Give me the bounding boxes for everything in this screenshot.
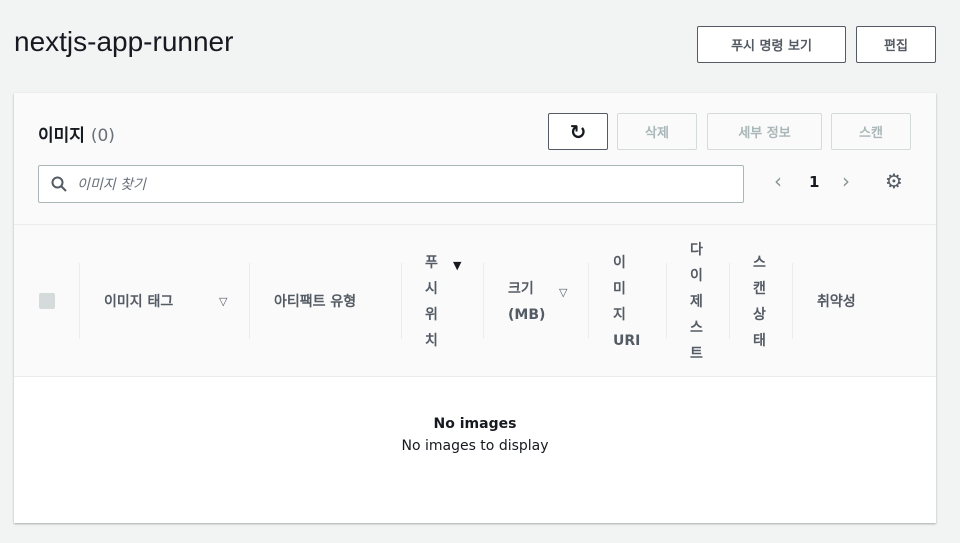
column-label: 아티팩트 유형 xyxy=(274,293,357,310)
column-digest: 다 이 제 스 트 xyxy=(666,225,729,378)
view-push-commands-button[interactable]: 푸시 명령 보기 xyxy=(697,26,846,63)
column-label: 크기 (MB) xyxy=(508,280,546,323)
edit-button[interactable]: 편집 xyxy=(856,26,936,63)
column-scan-status: 스 캔 상 태 xyxy=(729,225,792,378)
search-icon xyxy=(51,176,67,192)
images-panel: 이미지 (0) ↻ 삭제 세부 정보 스캔 이미지 찾기 ‹ 1 › ⚙ 이미지… xyxy=(14,93,936,523)
column-label: 이 미 지 URI xyxy=(613,254,641,349)
column-label: 취약성 xyxy=(817,293,856,310)
sort-icon: ▽ xyxy=(559,286,568,299)
panel-heading: 이미지 (0) xyxy=(38,121,115,146)
next-page-icon[interactable]: › xyxy=(842,169,850,193)
column-label: 다 이 제 스 트 xyxy=(690,241,703,362)
details-button[interactable]: 세부 정보 xyxy=(707,113,822,150)
page-number[interactable]: 1 xyxy=(809,173,819,191)
refresh-icon: ↻ xyxy=(569,119,587,144)
column-vulnerabilities: 취약성 xyxy=(792,225,936,378)
column-size[interactable]: 크기 (MB) ▽ xyxy=(483,225,588,378)
image-count: (0) xyxy=(90,126,115,146)
scan-button[interactable]: 스캔 xyxy=(831,113,911,150)
heading-text: 이미지 xyxy=(38,126,85,146)
column-image-tag[interactable]: 이미지 태그 ▽ xyxy=(79,225,249,378)
empty-state: No images No images to display xyxy=(14,377,936,523)
column-label: 스 캔 상 태 xyxy=(753,254,766,349)
column-label: 이미지 태그 xyxy=(104,293,174,310)
empty-title: No images xyxy=(433,416,517,432)
sort-desc-icon: ▼ xyxy=(453,259,462,272)
settings-gear-icon[interactable]: ⚙ xyxy=(885,169,903,193)
page-title: nextjs-app-runner xyxy=(14,26,234,57)
prev-page-icon[interactable]: ‹ xyxy=(774,169,782,193)
select-all-checkbox[interactable] xyxy=(39,293,55,309)
delete-button[interactable]: 삭제 xyxy=(617,113,697,150)
column-image-uri: 이 미 지 URI xyxy=(588,225,666,378)
search-placeholder: 이미지 찾기 xyxy=(77,177,146,193)
empty-text: No images to display xyxy=(401,438,549,454)
search-input[interactable]: 이미지 찾기 xyxy=(38,165,744,203)
refresh-button[interactable]: ↻ xyxy=(548,113,608,150)
sort-icon: ▽ xyxy=(219,294,228,308)
table-header: 이미지 태그 ▽ 아티팩트 유형 푸 시 위 치 ▼ 크기 (MB) ▽ 이 미 지 … xyxy=(14,224,936,377)
column-artifact-type: 아티팩트 유형 xyxy=(249,225,401,378)
column-label: 푸 시 위 치 xyxy=(425,254,438,349)
column-pushed-at[interactable]: 푸 시 위 치 ▼ xyxy=(401,225,483,378)
